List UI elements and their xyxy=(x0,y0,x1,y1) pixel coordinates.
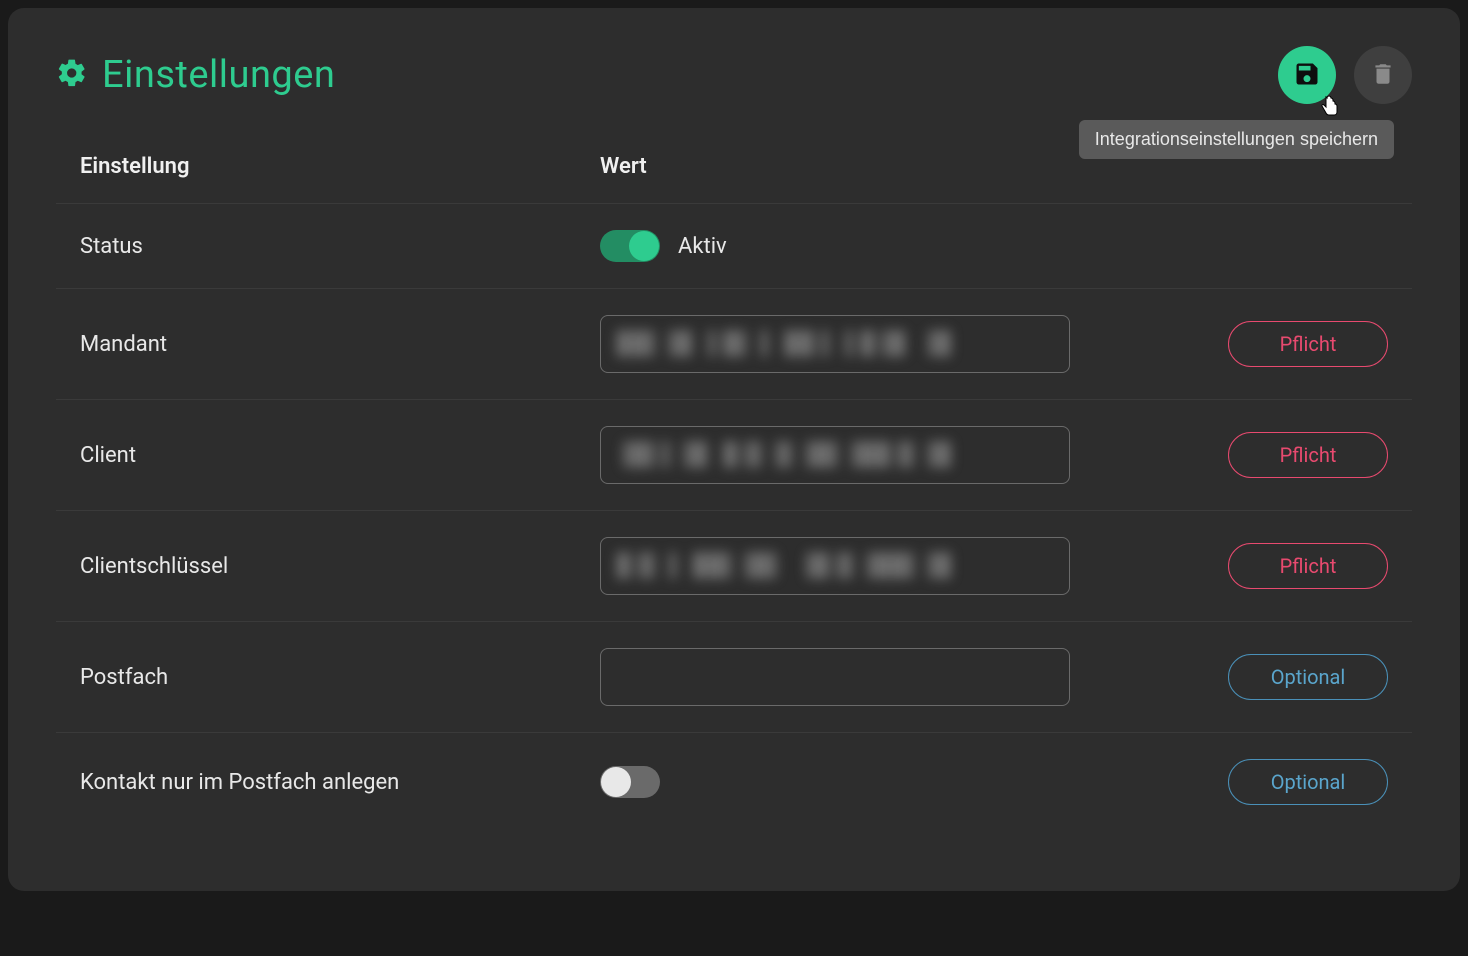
required-badge: Pflicht xyxy=(1228,543,1388,589)
settings-panel: Einstellungen Integrationseinstellungen … xyxy=(8,8,1460,891)
client-key-label: Clientschlüssel xyxy=(80,554,600,579)
row-status: Status Aktiv xyxy=(56,204,1412,289)
redacted-value: ██▌▐█ ▌█▌▐ ██▐ ▌█▐█ ▐█ xyxy=(617,332,952,357)
row-contact-only: Kontakt nur im Postfach anlegen Optional xyxy=(56,733,1412,831)
row-client-key: Clientschlüssel █▐▌▐ ██▌▐█▌ ▐█▐▌▐██▌▐█ P… xyxy=(56,511,1412,622)
col-setting: Einstellung xyxy=(80,154,600,179)
postfach-input[interactable] xyxy=(600,648,1070,706)
redacted-value: ▐█▌▌▐█ █▐▌▐▌▐█▌▐██▐▌▐█ xyxy=(617,443,952,468)
client-input[interactable]: ▐█▌▌▐█ █▐▌▐▌▐█▌▐██▐▌▐█ xyxy=(600,426,1070,484)
client-label: Client xyxy=(80,443,600,468)
save-button[interactable]: Integrationseinstellungen speichern xyxy=(1278,46,1336,104)
header-actions: Integrationseinstellungen speichern xyxy=(1278,46,1412,104)
required-badge: Pflicht xyxy=(1228,321,1388,367)
optional-badge: Optional xyxy=(1228,654,1388,700)
page-title: Einstellungen xyxy=(102,53,335,97)
optional-badge: Optional xyxy=(1228,759,1388,805)
required-badge: Pflicht xyxy=(1228,432,1388,478)
status-toggle[interactable] xyxy=(600,230,660,262)
contact-only-label: Kontakt nur im Postfach anlegen xyxy=(80,770,600,795)
save-tooltip: Integrationseinstellungen speichern xyxy=(1079,120,1394,159)
mandant-input[interactable]: ██▌▐█ ▌█▌▐ ██▐ ▌█▐█ ▐█ xyxy=(600,315,1070,373)
redacted-value: █▐▌▐ ██▌▐█▌ ▐█▐▌▐██▌▐█ xyxy=(617,554,952,579)
row-client: Client ▐█▌▌▐█ █▐▌▐▌▐█▌▐██▐▌▐█ Pflicht xyxy=(56,400,1412,511)
client-key-input[interactable]: █▐▌▐ ██▌▐█▌ ▐█▐▌▐██▌▐█ xyxy=(600,537,1070,595)
postfach-label: Postfach xyxy=(80,665,600,690)
title-group: Einstellungen xyxy=(56,53,335,97)
delete-button[interactable] xyxy=(1354,46,1412,104)
status-value-label: Aktiv xyxy=(678,234,727,259)
cursor-hand-icon xyxy=(1318,95,1342,122)
row-postfach: Postfach Optional xyxy=(56,622,1412,733)
gear-icon xyxy=(56,57,88,93)
contact-only-toggle[interactable] xyxy=(600,766,660,798)
panel-header: Einstellungen Integrationseinstellungen … xyxy=(56,46,1412,104)
row-mandant: Mandant ██▌▐█ ▌█▌▐ ██▐ ▌█▐█ ▐█ Pflicht xyxy=(56,289,1412,400)
save-icon xyxy=(1293,60,1321,91)
trash-icon xyxy=(1370,61,1396,90)
mandant-label: Mandant xyxy=(80,332,600,357)
status-label: Status xyxy=(80,234,600,259)
